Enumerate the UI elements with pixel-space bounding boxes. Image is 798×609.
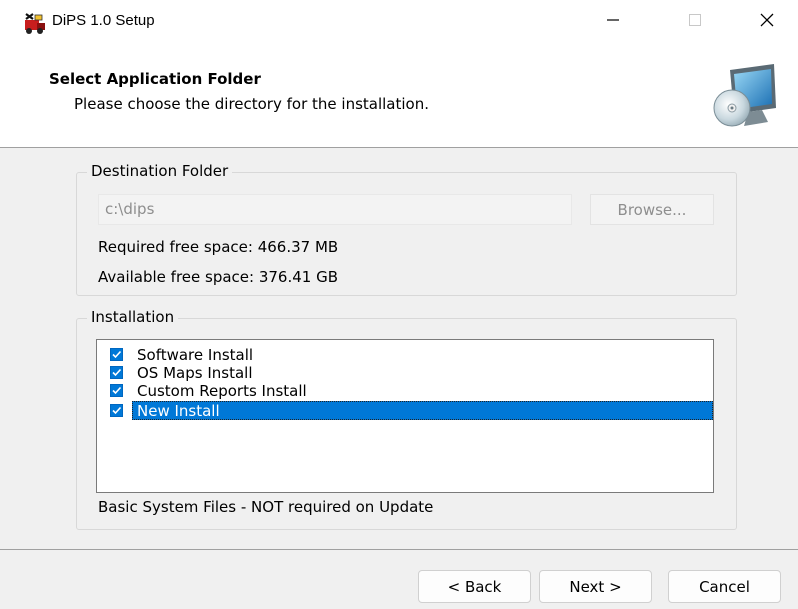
close-button[interactable] xyxy=(736,0,798,44)
item-label: Custom Reports Install xyxy=(137,381,307,400)
wizard-header: Select Application Folder Please choose … xyxy=(0,44,798,148)
minimize-button[interactable] xyxy=(582,0,644,44)
footer-divider xyxy=(0,549,798,550)
components-listbox[interactable]: Software Install OS Maps Install Custom … xyxy=(96,339,714,493)
item-label: New Install xyxy=(137,402,220,420)
title-bar: DiPS 1.0 Setup xyxy=(0,0,798,44)
destination-path-field: c:\dips xyxy=(98,194,572,225)
maximize-button[interactable] xyxy=(664,0,726,44)
back-button[interactable]: < Back xyxy=(418,570,531,603)
component-description: Basic System Files - NOT required on Upd… xyxy=(98,498,434,516)
page-title: Select Application Folder xyxy=(49,70,261,88)
computer-install-icon xyxy=(712,62,782,134)
checkbox-checked-icon[interactable] xyxy=(110,348,123,361)
page-subtitle: Please choose the directory for the inst… xyxy=(74,95,429,113)
maximize-icon xyxy=(688,13,702,31)
available-space-text: Available free space: 376.41 GB xyxy=(98,268,338,286)
destination-folder-label: Destination Folder xyxy=(87,162,233,180)
list-item[interactable]: Software Install xyxy=(97,345,713,364)
installation-group: Installation Software Install OS Maps In… xyxy=(76,308,737,530)
close-icon xyxy=(759,12,775,32)
checkbox-checked-icon[interactable] xyxy=(110,404,123,417)
minimize-icon xyxy=(606,13,620,31)
dips-setup-icon xyxy=(23,12,47,34)
required-space-text: Required free space: 466.37 MB xyxy=(98,238,339,256)
destination-folder-group: Destination Folder c:\dips Browse... Req… xyxy=(76,162,737,296)
installation-label: Installation xyxy=(87,308,179,326)
cancel-button[interactable]: Cancel xyxy=(668,570,781,603)
item-label: Software Install xyxy=(137,345,254,364)
window-title: DiPS 1.0 Setup xyxy=(52,12,155,29)
selection-highlight: New Install xyxy=(132,401,713,420)
list-item[interactable]: OS Maps Install xyxy=(97,363,713,382)
checkbox-checked-icon[interactable] xyxy=(110,384,123,397)
browse-button: Browse... xyxy=(590,194,714,225)
list-item-selected[interactable]: New Install xyxy=(97,401,713,420)
item-label: OS Maps Install xyxy=(137,363,253,382)
checkbox-checked-icon[interactable] xyxy=(110,366,123,379)
next-button[interactable]: Next > xyxy=(539,570,652,603)
list-item[interactable]: Custom Reports Install xyxy=(97,381,713,400)
